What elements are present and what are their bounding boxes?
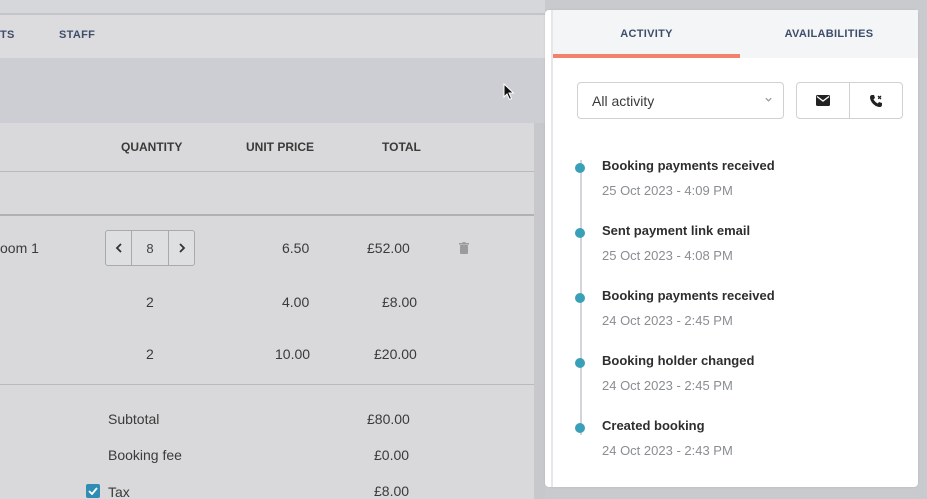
line-items-table: QUANTITY UNIT PRICE TOTAL oom 1 8 6.50 £… [0,123,534,499]
phone-icon [870,94,882,107]
trash-icon[interactable] [459,241,469,259]
event-title: Booking payments received [602,288,775,303]
row-2-unit-price: 4.00 [282,294,310,310]
activity-panel: ACTIVITY AVAILABILITIES All activity Boo… [545,10,918,487]
chevron-down-icon [765,97,772,102]
email-icon [816,95,830,106]
row-2-total: £8.00 [382,294,418,310]
top-tab-bar: TS STAFF [0,15,545,58]
booking-fee-label: Booking fee [108,447,182,463]
event-title: Booking payments received [602,158,775,173]
checkbox-checked-icon [88,487,98,495]
tab-availabilities[interactable]: AVAILABILITIES [740,10,918,58]
event-title: Created booking [602,418,705,433]
cursor-icon [503,83,515,101]
scrollbar[interactable] [534,123,545,499]
subtotal-label: Subtotal [108,411,160,427]
timeline-dot [575,423,585,433]
event-date: 24 Oct 2023 - 2:43 PM [602,443,733,458]
event-title: Booking holder changed [602,353,755,368]
timeline-dot [575,228,585,238]
tab-staff[interactable]: STAFF [59,29,95,41]
tax-checkbox[interactable] [86,484,100,498]
header-band [0,58,545,123]
row-2-quantity: 2 [146,294,154,310]
event-date: 25 Oct 2023 - 4:08 PM [602,248,733,263]
column-header-unit-price: UNIT PRICE [246,140,315,154]
event-date: 24 Oct 2023 - 2:45 PM [602,378,733,393]
contact-button-group [796,82,903,119]
quantity-stepper[interactable]: 8 [105,230,195,266]
panel-left-rail [551,10,553,487]
row-1-total: £52.00 [367,240,410,256]
event-title: Sent payment link email [602,223,751,238]
column-header-total: TOTAL [382,140,421,154]
email-button[interactable] [797,83,849,118]
row-3-quantity: 2 [146,346,154,362]
tab-activity[interactable]: ACTIVITY [553,10,740,58]
row-3-total: £20.00 [374,346,417,362]
section-divider [0,214,534,216]
panel-tab-bar: ACTIVITY AVAILABILITIES [553,10,918,58]
row-3-unit-price: 10.00 [275,346,311,362]
tab-truncated[interactable]: TS [0,29,15,41]
quantity-value[interactable]: 8 [131,231,169,265]
call-button[interactable] [849,83,902,118]
decrement-button[interactable] [106,231,131,265]
subtotal-value: £80.00 [367,411,410,427]
tax-value: £8.00 [374,483,410,499]
booking-fee-value: £0.00 [374,447,410,463]
row-1-name: oom 1 [0,240,39,256]
chevron-right-icon [178,243,185,253]
tax-label: Tax [108,484,130,499]
header-divider [0,171,534,172]
timeline-dot [575,163,585,173]
increment-button[interactable] [169,231,194,265]
summary-divider [0,384,534,385]
chevron-left-icon [115,243,122,253]
activity-filter-select[interactable]: All activity [577,82,784,119]
timeline-dot [575,293,585,303]
timeline-dot [575,358,585,368]
row-1-unit-price: 6.50 [282,240,310,256]
column-header-quantity: QUANTITY [121,140,183,154]
event-date: 24 Oct 2023 - 2:45 PM [602,313,733,328]
activity-filter-value: All activity [592,92,655,109]
event-date: 25 Oct 2023 - 4:09 PM [602,183,733,198]
